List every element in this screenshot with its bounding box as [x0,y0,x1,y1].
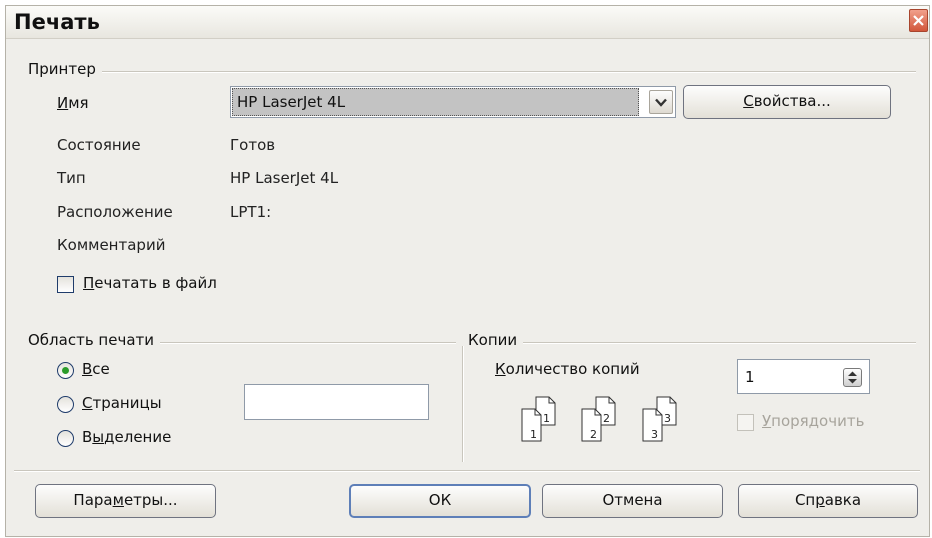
type-label: Тип [57,169,86,187]
collate-label-3b: 3 [651,428,658,441]
print-selection-text-start: В [82,428,93,446]
print-selection-mnemonic: ы [92,428,105,446]
properties-button-mnemonic: С [743,92,754,110]
copies-count-mnemonic: К [495,360,506,378]
title-bar[interactable]: Печать [6,6,929,39]
collate-pages-icon: 1 1 2 2 3 3 [521,396,677,442]
properties-button-label: войства... [753,92,831,110]
print-to-file-label[interactable]: Печатать в файл [83,274,217,292]
status-value: Готов [230,136,276,154]
copies-group-title: Копии [468,331,524,349]
collate-text: порядочить [771,412,865,430]
cancel-button[interactable]: Отмена [542,484,723,518]
print-dialog: Печать Принтер Имя HP LaserJet 4L Свойст… [5,5,930,537]
help-button[interactable]: Справка [738,484,918,518]
copies-divider [462,346,464,462]
print-selection-label[interactable]: Выделение [82,428,171,446]
print-selection-text-end: деление [104,428,172,446]
options-button-text-end: етры... [123,491,178,509]
spin-up-down-icon [848,371,857,384]
chevron-down-icon [655,98,667,107]
type-value: HP LaserJet 4L [230,169,339,187]
collate-label-1b: 1 [530,428,537,441]
copies-count-spinner[interactable]: 1 [737,359,870,394]
options-button-mnemonic: м [112,491,124,509]
print-selection-radio[interactable] [57,430,74,447]
print-all-mnemonic: В [82,360,93,378]
collate-set-2: 2 2 [581,396,616,442]
radio-selected-dot [62,367,69,374]
collate-label-2a: 2 [603,412,610,425]
print-to-file-text: ечатать в файл [94,274,217,292]
close-icon [913,15,924,26]
copies-count-value: 1 [745,368,755,386]
ok-button[interactable]: ОК [349,484,531,518]
print-all-label[interactable]: Все [82,360,110,378]
print-all-text: се [92,360,110,378]
pages-input[interactable] [244,384,429,420]
help-button-text-end: авка [824,491,862,509]
printer-name-dropdown-button[interactable] [649,90,673,114]
collate-label-3a: 3 [664,412,671,425]
print-pages-mnemonic: С [82,394,93,412]
properties-button[interactable]: Свойства... [683,85,891,119]
printer-name-select[interactable]: HP LaserJet 4L [230,86,676,118]
print-pages-radio[interactable] [57,396,74,413]
collate-set-1: 1 1 [521,396,556,442]
print-to-file-mnemonic: П [83,274,95,292]
printer-name-label-mnemonic: И [57,94,69,112]
collate-label[interactable]: Упорядочить [762,412,864,430]
print-pages-label[interactable]: Страницы [82,394,162,412]
printer-name-label: Имя [57,94,89,112]
help-button-text-start: Сп [794,491,816,509]
print-to-file-checkbox[interactable] [57,276,74,293]
location-label: Расположение [57,203,173,221]
printer-name-value: HP LaserJet 4L [232,88,639,116]
print-range-group-title: Область печати [28,331,161,349]
collate-checkbox[interactable] [737,414,754,431]
dialog-title: Печать [14,10,100,34]
collate-set-3: 3 3 [642,396,677,442]
comment-label: Комментарий [57,236,166,254]
print-pages-text: траницы [92,394,162,412]
copies-count-text: оличество копий [505,360,640,378]
collate-label-1a: 1 [543,412,550,425]
printer-group-line [36,71,916,73]
status-label: Состояние [57,136,141,154]
options-button[interactable]: Параметры... [35,484,216,518]
footer-separator [14,470,920,472]
copies-count-label: Количество копий [495,360,640,378]
options-button-text-start: Пара [73,491,113,509]
collate-mnemonic: У [762,412,772,430]
printer-name-label-rest: мя [68,94,89,112]
printer-group-title: Принтер [28,60,102,78]
close-button[interactable] [909,9,928,32]
collate-label-2b: 2 [590,428,597,441]
print-all-radio[interactable] [57,362,74,379]
copies-group-line [476,342,916,344]
copies-spin-button[interactable] [843,368,862,387]
help-button-mnemonic: р [815,491,825,509]
location-value: LPT1: [230,203,272,221]
